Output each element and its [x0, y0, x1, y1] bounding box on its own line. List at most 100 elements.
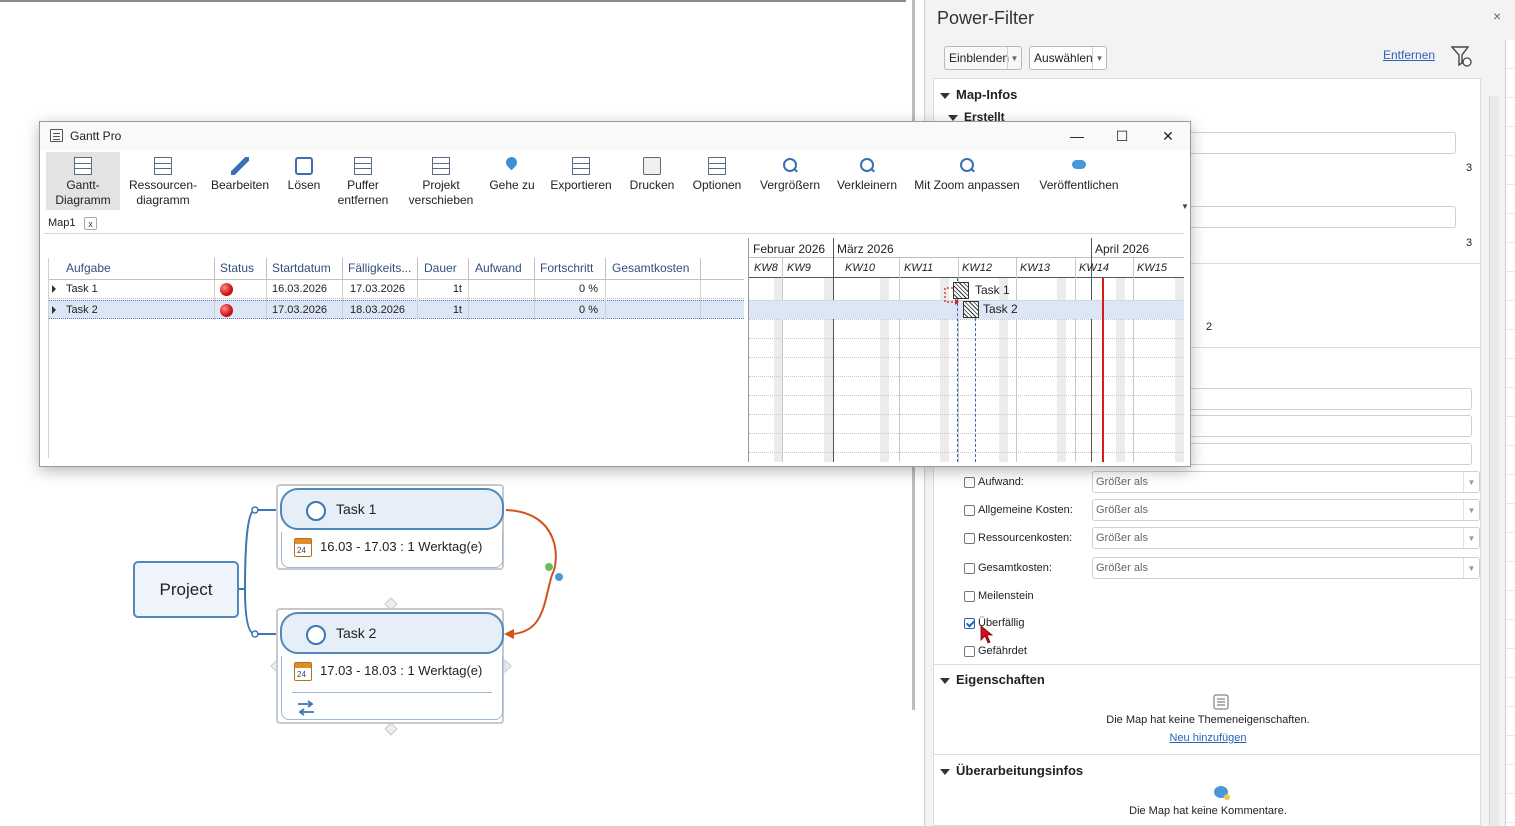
column-header-total-cost[interactable]: Gesamtkosten	[612, 261, 689, 275]
row-gridline	[749, 376, 1184, 377]
minimize-button[interactable]: —	[1064, 126, 1090, 146]
panel-close-icon[interactable]: ×	[1493, 8, 1501, 24]
expand-arrow-icon[interactable]	[52, 285, 56, 293]
row-gridline	[749, 357, 1184, 358]
total-costs-checkbox[interactable]	[964, 562, 975, 574]
month-label: Februar 2026	[753, 242, 826, 256]
filter-effort[interactable]: Aufwand:	[964, 476, 1024, 488]
properties-list-icon	[1213, 694, 1229, 710]
move-project-button[interactable]: Projekt verschieben	[406, 152, 476, 210]
row-start: 17.03.2026	[272, 304, 328, 316]
row-due: 17.03.2026	[350, 283, 406, 295]
task-complete-circle-icon[interactable]	[306, 501, 326, 521]
tab-map1[interactable]: Map1	[48, 217, 76, 229]
zoom-out-button[interactable]: Verkleinern	[836, 152, 898, 210]
root-topic-project[interactable]: Project	[133, 561, 239, 618]
column-header-progress[interactable]: Fortschritt	[540, 261, 593, 275]
column-header-effort[interactable]: Aufwand	[475, 261, 522, 275]
table-row[interactable]: Task 1 16.03.2026 17.03.2026 1t 0 %	[48, 280, 744, 299]
column-separator	[342, 258, 343, 280]
modified-field[interactable]	[1172, 206, 1456, 228]
tab-close-icon[interactable]: x	[84, 217, 97, 230]
maximize-button[interactable]: ☐	[1109, 126, 1135, 146]
options-button[interactable]: Optionen	[690, 152, 744, 210]
row-task: Task 1	[66, 283, 98, 295]
filter-resource-costs[interactable]: Ressourcenkosten:	[964, 532, 1072, 544]
filter-overdue[interactable]: Überfällig	[964, 617, 1024, 629]
go-to-button[interactable]: Gehe zu	[488, 152, 536, 210]
filter-at-risk[interactable]: Gefährdet	[964, 645, 1027, 657]
at-risk-checkbox[interactable]	[964, 645, 975, 657]
column-header-status[interactable]: Status	[220, 261, 254, 275]
revision-info-heading[interactable]: Überarbeitungsinfos	[940, 763, 1083, 778]
edit-button[interactable]: Bearbeiten	[210, 152, 270, 210]
collapse-triangle-icon	[948, 114, 958, 121]
location-pin-icon	[503, 157, 521, 175]
comment-icon	[1214, 786, 1230, 800]
task-complete-circle-icon[interactable]	[306, 625, 326, 645]
task-1-info: 24 16.03 - 17.03 : 1 Werktag(e)	[281, 532, 503, 568]
remove-buffer-button[interactable]: Puffer entfernen	[336, 152, 390, 210]
remove-filter-link[interactable]: Entfernen	[1383, 48, 1435, 62]
status-red-icon	[220, 283, 233, 296]
properties-empty-text: Die Map hat keine Themeneigenschaften.	[1106, 714, 1310, 726]
milestone-checkbox[interactable]	[964, 590, 975, 602]
printer-icon	[643, 157, 661, 175]
column-header-start[interactable]: Startdatum	[272, 261, 331, 275]
export-button[interactable]: Exportieren	[550, 152, 612, 210]
resource-chart-button[interactable]: Ressourcen- diagramm	[126, 152, 200, 210]
general-costs-checkbox[interactable]	[964, 504, 975, 516]
zoom-fit-button[interactable]: Mit Zoom anpassen	[912, 152, 1022, 210]
task-2-header[interactable]: Task 2	[280, 612, 504, 654]
row-start: 16.03.2026	[272, 283, 328, 295]
zoom-in-button[interactable]: Vergrößern	[759, 152, 821, 210]
expand-arrow-icon[interactable]	[52, 306, 56, 314]
row-gridline	[749, 414, 1184, 415]
resource-costs-condition-select[interactable]: Größer als ▼	[1092, 527, 1480, 549]
gantt-timeline[interactable]: Februar 2026 März 2026 April 2026 KW8 KW…	[748, 238, 1184, 462]
table-row[interactable]: Task 2 17.03.2026 18.03.2026 1t 0 %	[48, 300, 744, 319]
add-new-link[interactable]: Neu hinzufügen	[1169, 732, 1246, 744]
print-button[interactable]: Drucken	[628, 152, 676, 210]
close-button[interactable]: ✕	[1155, 126, 1181, 146]
filter-general-costs[interactable]: Allgemeine Kosten:	[964, 504, 1073, 516]
resource-costs-checkbox[interactable]	[964, 532, 975, 544]
task-2-topic[interactable]: Task 2 24 17.03 - 18.03 : 1 Werktag(e)	[276, 608, 504, 724]
panel-title: Power-Filter	[937, 8, 1035, 28]
chevron-down-icon: ▼	[1463, 558, 1479, 578]
filter-total-costs[interactable]: Gesamtkosten:	[964, 562, 1052, 574]
properties-heading[interactable]: Eigenschaften	[940, 672, 1045, 687]
gantt-pro-window[interactable]: Gantt Pro — ☐ ✕ Gantt- Diagramm Ressourc…	[39, 121, 1191, 467]
map-info-heading[interactable]: Map-Infos	[940, 87, 1017, 102]
column-header-due[interactable]: Fälligkeits...	[348, 261, 411, 275]
window-titlebar[interactable]: Gantt Pro — ☐ ✕	[40, 122, 1190, 150]
export-icon	[572, 157, 590, 175]
ribbon-scroll-icon[interactable]: ▼	[1181, 202, 1190, 212]
show-dropdown-button[interactable]: Einblenden ▼	[944, 46, 1022, 70]
gantt-chart-button[interactable]: Gantt- Diagramm	[46, 152, 120, 210]
effort-checkbox[interactable]	[964, 476, 975, 488]
filter-milestone[interactable]: Meilenstein	[964, 590, 1034, 602]
column-header-duration[interactable]: Dauer	[424, 261, 457, 275]
task-1-bar[interactable]	[953, 282, 969, 299]
general-costs-condition-select[interactable]: Größer als ▼	[1092, 499, 1480, 521]
column-header-task[interactable]: Aufgabe	[66, 261, 111, 275]
task-1-header[interactable]: Task 1	[280, 488, 504, 530]
overdue-checkbox[interactable]	[964, 617, 975, 629]
window-title: Gantt Pro	[70, 129, 122, 143]
created-field[interactable]	[1172, 132, 1456, 154]
filter-settings-icon[interactable]	[1450, 44, 1474, 68]
row-progress: 0 %	[579, 283, 598, 295]
task-1-topic[interactable]: Task 1 24 16.03 - 17.03 : 1 Werktag(e)	[276, 484, 504, 570]
row-due: 18.03.2026	[350, 304, 406, 316]
resolve-button[interactable]: Lösen	[284, 152, 324, 210]
effort-condition-select[interactable]: Größer als ▼	[1092, 471, 1480, 493]
panel-scrollbar[interactable]	[1489, 96, 1499, 826]
task-2-bar[interactable]	[963, 301, 979, 318]
total-costs-condition-select[interactable]: Größer als ▼	[1092, 557, 1480, 579]
week-label: KW12	[962, 262, 992, 274]
table-left-border	[48, 258, 49, 458]
topic-count: 2	[1206, 321, 1213, 333]
publish-button[interactable]: Veröffentlichen	[1036, 152, 1122, 210]
select-dropdown-button[interactable]: Auswählen ▼	[1029, 46, 1107, 70]
